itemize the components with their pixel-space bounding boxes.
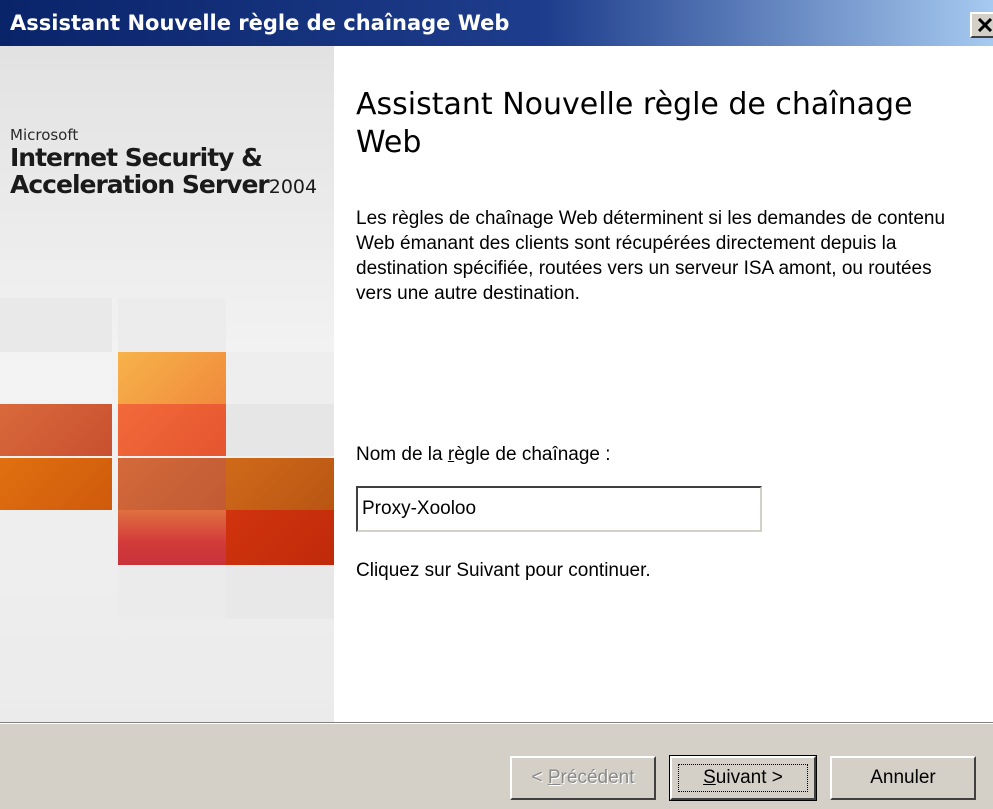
decor-tile — [0, 510, 112, 565]
title-bar: Assistant Nouvelle règle de chaînage Web — [0, 0, 993, 46]
decor-tile — [226, 565, 334, 619]
wizard-footer: < Précédent Suivant > Annuler — [0, 724, 993, 809]
rule-name-input[interactable] — [356, 486, 762, 532]
branding-panel: Microsoft Internet Security & Accelerati… — [0, 46, 334, 722]
decor-tile — [0, 298, 112, 352]
wizard-window: Assistant Nouvelle règle de chaînage Web… — [0, 0, 993, 809]
close-x-icon — [977, 18, 993, 32]
decor-tile — [118, 510, 226, 565]
brand-version: 2004 — [268, 176, 318, 198]
product-logo: Microsoft Internet Security & Accelerati… — [10, 126, 317, 201]
wizard-content: Assistant Nouvelle règle de chaînage Web… — [334, 46, 993, 722]
decor-tile — [0, 458, 112, 510]
decor-tile — [0, 352, 112, 404]
wizard-description: Les règles de chaînage Web déterminent s… — [356, 208, 946, 304]
brand-product-line1: Internet Security & — [10, 143, 263, 172]
focus-rect — [678, 764, 808, 792]
brand-company: Microsoft — [10, 126, 79, 144]
rule-name-label: Nom de la règle de chaînage : — [356, 444, 611, 465]
continue-hint: Cliquez sur Suivant pour continuer. — [356, 560, 651, 581]
window-title: Assistant Nouvelle règle de chaînage Web — [10, 11, 510, 35]
decor-tile — [118, 565, 226, 619]
wizard-heading: Assistant Nouvelle règle de chaînage Web — [356, 87, 913, 160]
brand-product-line2: Acceleration Server2004 — [10, 171, 317, 201]
decor-tile — [226, 352, 334, 404]
decor-tile — [226, 404, 334, 456]
decor-tile — [0, 404, 112, 456]
next-button[interactable]: Suivant > — [669, 755, 817, 801]
close-button[interactable] — [970, 12, 993, 38]
previous-button[interactable]: < Précédent — [510, 756, 656, 800]
decor-tile — [118, 298, 226, 352]
decor-tile — [226, 510, 334, 565]
decor-tile — [118, 458, 226, 510]
decor-tile — [226, 458, 334, 510]
decor-tile — [118, 404, 226, 456]
cancel-button[interactable]: Annuler — [830, 756, 976, 800]
decor-tile — [118, 352, 226, 404]
brand-product-name: Acceleration Server — [10, 170, 270, 199]
